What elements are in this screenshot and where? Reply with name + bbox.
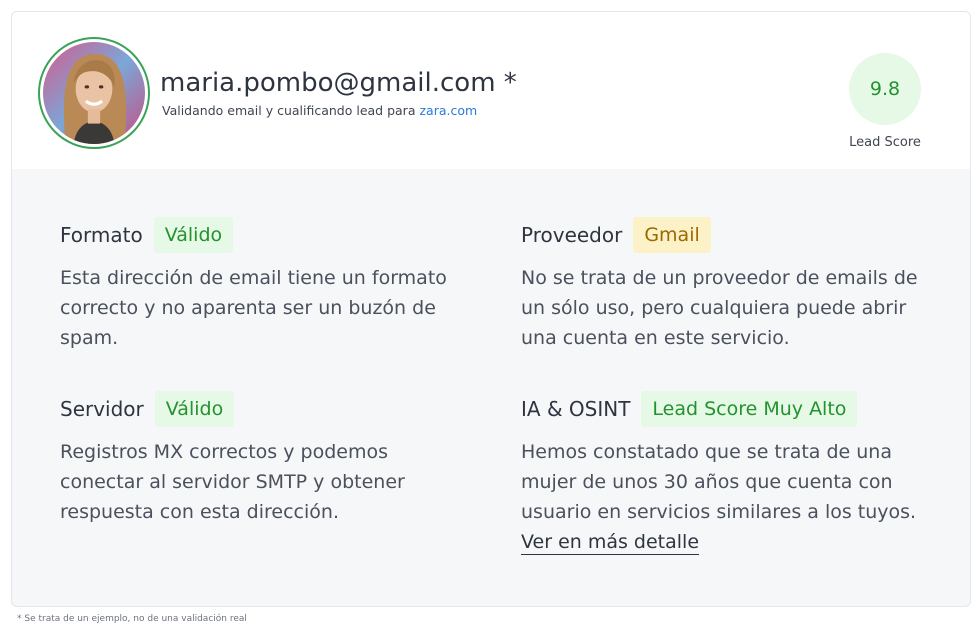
section-title-row: IA & OSINT Lead Score Muy Alto: [521, 390, 921, 428]
section-title: Proveedor: [521, 223, 623, 247]
section-title: Servidor: [60, 397, 144, 421]
status-badge: Válido: [154, 391, 235, 427]
section-title-row: Formato Válido: [60, 216, 460, 254]
domain-link[interactable]: zara.com: [419, 103, 477, 118]
section-description: Hemos constatado que se trata de una muj…: [521, 437, 921, 557]
section-servidor: Servidor Válido Registros MX correctos y…: [60, 390, 460, 527]
subtitle-text: Validando email y cualificando lead para: [162, 103, 416, 118]
section-description: No se trata de un proveedor de emails de…: [521, 267, 918, 349]
avatar: [38, 37, 150, 149]
provider-badge: Gmail: [633, 217, 711, 253]
lead-score-circle: 9.8: [849, 53, 921, 125]
section-proveedor: Proveedor Gmail No se trata de un provee…: [521, 216, 921, 353]
section-title: Formato: [60, 223, 143, 247]
section-formato: Formato Válido Esta dirección de email t…: [60, 216, 460, 353]
section-title: IA & OSINT: [521, 397, 631, 421]
status-badge: Válido: [153, 217, 234, 253]
subtitle: Validando email y cualificando lead para…: [162, 103, 477, 118]
section-description: Esta dirección de email tiene un formato…: [60, 267, 447, 349]
section-description-text: Hemos constatado que se trata de una muj…: [521, 441, 917, 523]
lead-score-badge: Lead Score Muy Alto: [641, 391, 858, 427]
lead-score-label: Lead Score: [849, 135, 921, 150]
section-title-row: Servidor Válido: [60, 390, 460, 428]
woman-portrait-icon: [43, 42, 145, 144]
section-title-row: Proveedor Gmail: [521, 216, 921, 254]
footnote: * Se trata de un ejemplo, no de una vali…: [17, 614, 247, 624]
email-address: maria.pombo@gmail.com *: [160, 68, 517, 98]
more-details-link[interactable]: Ver en más detalle: [521, 530, 700, 555]
card-header: maria.pombo@gmail.com * Validando email …: [12, 12, 970, 169]
section-description: Registros MX correctos y podemos conecta…: [60, 441, 405, 523]
validation-card: maria.pombo@gmail.com * Validando email …: [11, 11, 971, 607]
section-ia-osint: IA & OSINT Lead Score Muy Alto Hemos con…: [521, 390, 921, 557]
avatar-photo: [43, 42, 145, 144]
